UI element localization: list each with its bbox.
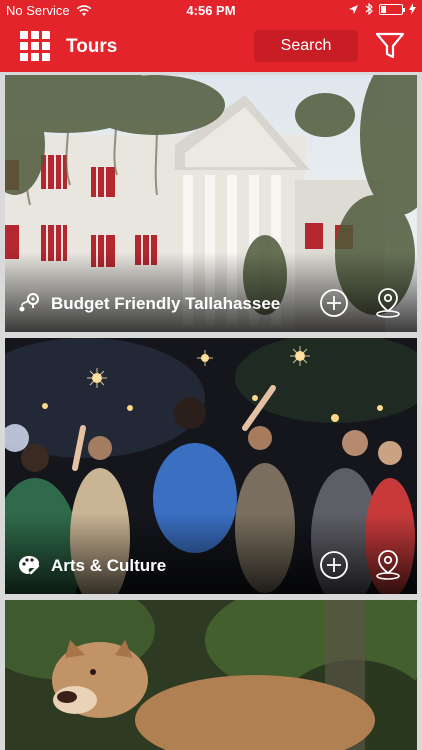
bluetooth-icon <box>365 3 373 15</box>
palette-icon <box>19 556 40 575</box>
tour-title: Arts & Culture <box>51 556 167 575</box>
nav-bar: Tours Search <box>0 24 422 70</box>
tour-card[interactable]: Arts & Culture <box>5 338 417 594</box>
card-shade <box>5 514 417 594</box>
charging-bolt-icon <box>409 3 416 15</box>
search-button[interactable]: Search <box>254 30 358 62</box>
search-button-label: Search <box>280 37 332 54</box>
map-pin-icon[interactable] <box>373 548 403 580</box>
tour-card[interactable]: Budget Friendly Tallahassee <box>5 75 417 332</box>
tour-photo-panther <box>5 600 417 750</box>
card-shade <box>5 252 417 332</box>
tour-title: Budget Friendly Tallahassee <box>51 294 281 313</box>
map-pin-icon[interactable] <box>373 286 403 318</box>
add-circle-icon[interactable] <box>319 550 349 580</box>
tour-card[interactable] <box>5 600 417 750</box>
page-title: Tours <box>66 36 118 57</box>
top-app-bar: No Service 4:56 PM Tours Search <box>0 0 422 72</box>
grid-menu-icon[interactable] <box>20 31 50 61</box>
location-arrow-icon <box>349 4 358 14</box>
status-bar: No Service 4:56 PM <box>0 0 422 22</box>
map-pin-route-icon <box>19 293 39 312</box>
add-circle-icon[interactable] <box>319 288 349 318</box>
status-right <box>348 3 416 15</box>
filter-funnel-icon[interactable] <box>374 31 406 61</box>
battery-icon <box>379 3 405 15</box>
